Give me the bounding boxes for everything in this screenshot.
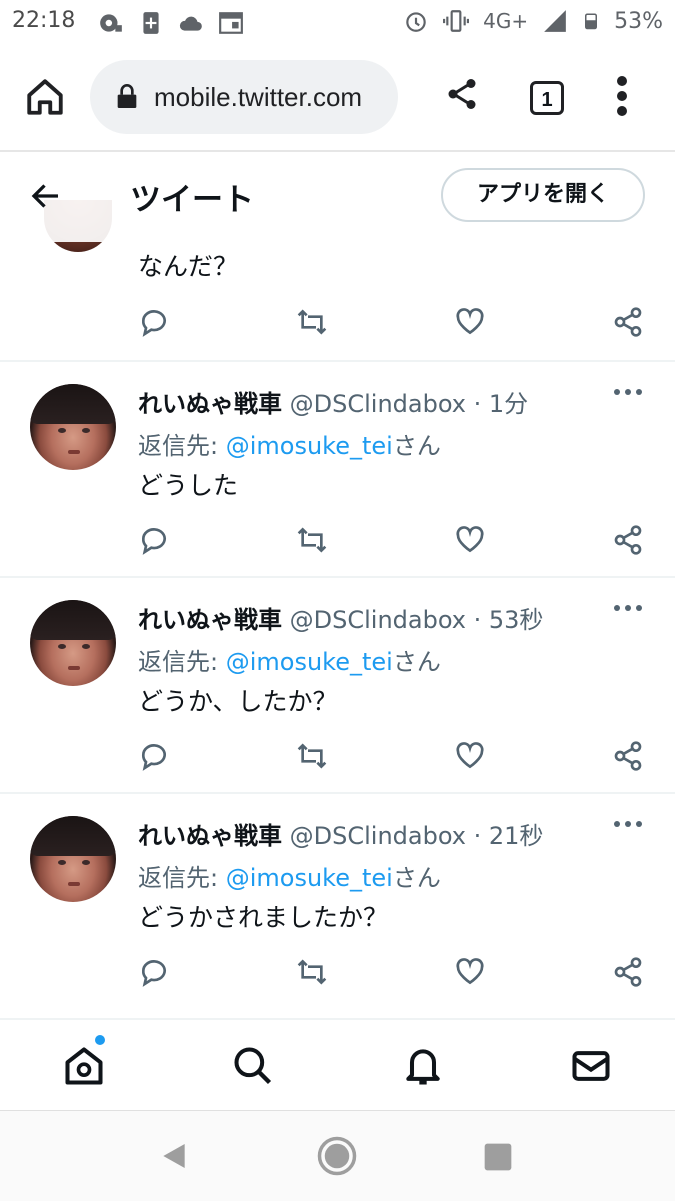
tweet-text: なんだ？ (138, 252, 239, 281)
bottom-nav (0, 1018, 675, 1112)
avatar[interactable] (30, 816, 116, 902)
tweet-item[interactable]: れいぬゃ戦車 @DSClindabox · 21秒 返信先: @imosuke_… (0, 792, 675, 1009)
cloud-icon (179, 16, 202, 31)
home-circle-icon[interactable] (316, 1135, 358, 1177)
bell-icon[interactable] (401, 1044, 445, 1088)
reply-icon[interactable] (138, 524, 170, 556)
tweet-header-line: れいぬゃ戦車 @DSClindabox · 21秒 (138, 816, 543, 851)
reply-icon[interactable] (138, 956, 170, 988)
like-icon[interactable] (454, 306, 486, 338)
page-title: ツイート (130, 182, 254, 218)
more-options-icon[interactable] (612, 386, 644, 398)
retweet-icon[interactable] (296, 524, 328, 556)
tweet-header-line: れいぬゃ戦車 @DSClindabox · 53秒 (138, 600, 543, 635)
more-options-icon[interactable] (612, 818, 644, 830)
back-triangle-icon[interactable] (158, 1139, 190, 1173)
like-icon[interactable] (454, 956, 486, 988)
tweet-header-line: れいぬゃ戦車 @DSClindabox · 1分 (138, 384, 528, 419)
tweet-text: どうした (138, 471, 239, 500)
reply-to-line: 返信先: @imosuke_teiさん (138, 858, 441, 893)
open-app-button[interactable]: アプリを開く (441, 168, 645, 222)
reply-suffix: さん (392, 864, 441, 892)
reply-icon[interactable] (138, 740, 170, 772)
reply-to-line: 返信先: @imosuke_teiさん (138, 642, 441, 677)
avatar[interactable] (30, 384, 116, 470)
home-icon[interactable] (24, 76, 66, 118)
reply-to-link[interactable]: @imosuke_tei (226, 864, 393, 892)
share-tweet-icon[interactable] (612, 524, 644, 556)
new-content-dot (95, 1035, 105, 1045)
back-arrow-icon[interactable] (28, 178, 64, 214)
battery-plus-icon (143, 12, 159, 34)
lock-icon (117, 84, 137, 108)
user-handle[interactable]: @DSClindabox (290, 822, 466, 850)
sync-icon (100, 14, 122, 32)
battery-icon (585, 13, 598, 30)
system-nav-bar (0, 1110, 675, 1201)
tweet-item[interactable]: れいぬゃ戦車 @DSClindabox · 53秒 返信先: @imosuke_… (0, 576, 675, 793)
calendar-icon (219, 12, 243, 34)
retweet-icon[interactable] (296, 306, 328, 338)
user-handle[interactable]: @DSClindabox (290, 606, 466, 634)
signal-icon (544, 10, 566, 32)
reply-suffix: さん (392, 432, 441, 460)
address-bar[interactable]: mobile.twitter.com (90, 60, 398, 134)
share-tweet-icon[interactable] (612, 956, 644, 988)
user-name[interactable]: れいぬゃ戦車 (138, 822, 282, 850)
share-tweet-icon[interactable] (612, 306, 644, 338)
tweet-time[interactable]: · 53秒 (474, 606, 544, 634)
retweet-icon[interactable] (296, 740, 328, 772)
status-left-icons (98, 10, 244, 36)
like-icon[interactable] (454, 740, 486, 772)
tweet-item[interactable]: れいぬゃ戦車 @DSClindabox · 1分 返信先: @imosuke_t… (0, 360, 675, 577)
reply-to-line: 返信先: @imosuke_teiさん (138, 426, 441, 461)
like-icon[interactable] (454, 524, 486, 556)
reply-to-link[interactable]: @imosuke_tei (226, 432, 393, 460)
reply-icon[interactable] (138, 306, 170, 338)
reply-prefix: 返信先: (138, 432, 226, 460)
reply-suffix: さん (392, 648, 441, 676)
more-options-icon[interactable] (612, 602, 644, 614)
recents-square-icon[interactable] (482, 1141, 514, 1173)
battery-percent: 53% (614, 8, 663, 34)
tweet-header: ツイート アプリを開く (0, 152, 675, 242)
tweet-time[interactable]: · 21秒 (474, 822, 544, 850)
share-tweet-icon[interactable] (612, 740, 644, 772)
tweet-text: どうか、したか？ (138, 687, 338, 716)
network-type: 4G+ (483, 9, 529, 33)
tweet-text: どうかされましたか？ (138, 903, 389, 932)
avatar[interactable] (30, 600, 116, 686)
user-name[interactable]: れいぬゃ戦車 (138, 390, 282, 418)
status-bar: 22:18 4G+ 53% (0, 0, 675, 46)
home-nav-icon[interactable] (62, 1044, 106, 1088)
reply-prefix: 返信先: (138, 648, 226, 676)
tab-count-button[interactable]: 1 (530, 81, 564, 115)
status-right-icons: 4G+ 53% (403, 8, 663, 34)
url-text: mobile.twitter.com (154, 82, 363, 112)
user-handle[interactable]: @DSClindabox (290, 390, 466, 418)
vibrate-icon (443, 10, 470, 32)
mail-icon[interactable] (569, 1044, 613, 1088)
status-time: 22:18 (12, 8, 76, 33)
search-icon[interactable] (231, 1044, 275, 1088)
more-vert-icon[interactable] (614, 76, 630, 116)
share-icon[interactable] (444, 76, 480, 112)
reply-to-link[interactable]: @imosuke_tei (226, 648, 393, 676)
reply-prefix: 返信先: (138, 864, 226, 892)
alarm-icon (406, 12, 426, 32)
browser-toolbar: mobile.twitter.com 1 (0, 46, 675, 152)
user-name[interactable]: れいぬゃ戦車 (138, 606, 282, 634)
retweet-icon[interactable] (296, 956, 328, 988)
tweet-time[interactable]: · 1分 (474, 390, 529, 418)
